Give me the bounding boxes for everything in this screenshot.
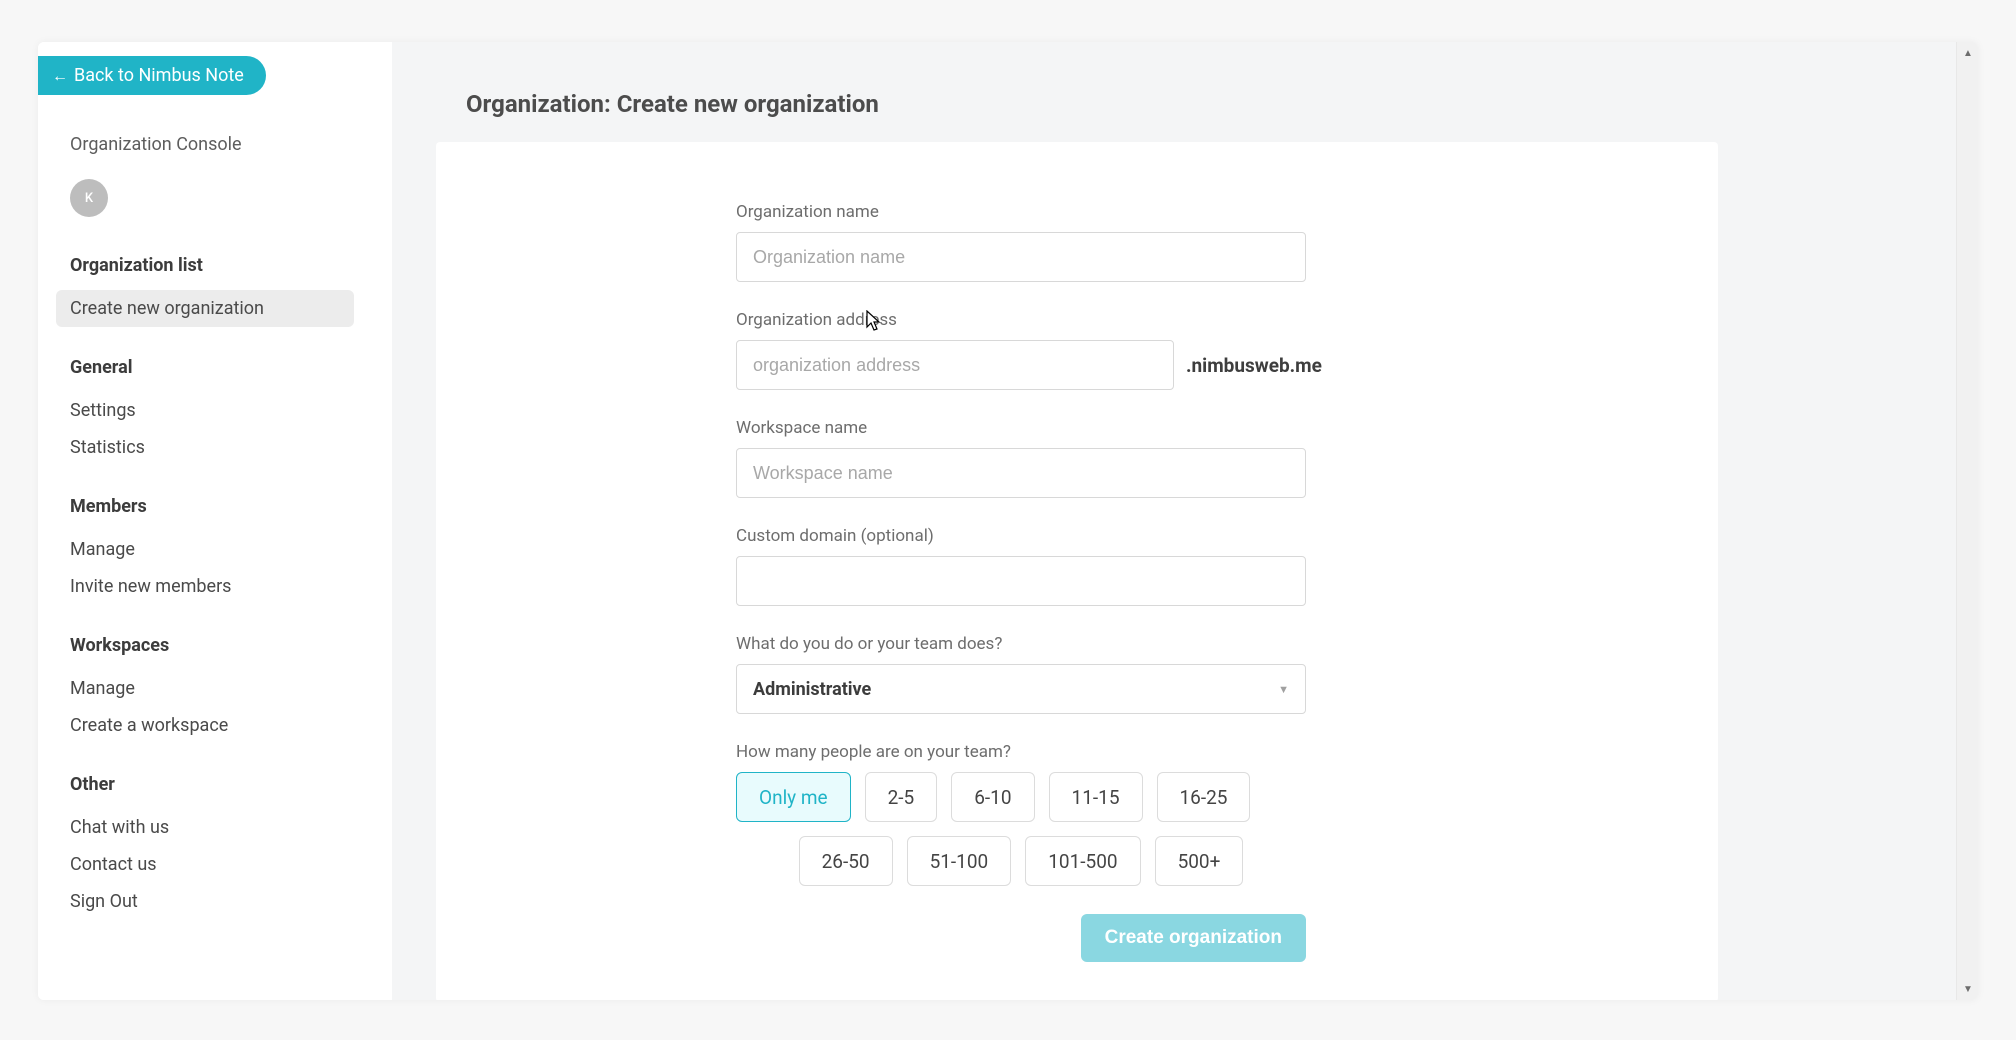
workspace-label: Workspace name [736,418,1306,438]
custom-domain-input[interactable] [736,556,1306,606]
chevron-down-icon: ▼ [1278,683,1289,696]
avatar[interactable]: K [70,179,108,217]
sidebar-item-create-workspace[interactable]: Create a workspace [56,707,354,744]
main-content: Organization: Create new organization Or… [392,42,1978,1000]
team-size-option-only-me[interactable]: Only me [736,772,851,822]
team-size-option-11-15[interactable]: 11-15 [1049,772,1143,822]
workspace-name-input[interactable] [736,448,1306,498]
main-scrollbar[interactable]: ▲ ▼ [1956,42,1978,1000]
sidebar-item-members-manage[interactable]: Manage [56,531,354,568]
team-size-chips-row1: Only me 2-5 6-10 11-15 16-25 [736,772,1306,822]
team-size-option-51-100[interactable]: 51-100 [907,836,1012,886]
team-size-option-6-10[interactable]: 6-10 [951,772,1034,822]
nav-group-workspaces: Workspaces Manage Create a workspace [70,631,374,744]
avatar-initial: K [85,191,93,206]
nav-group-organization-list: Organization list Create new organizatio… [70,251,374,327]
team-size-option-16-25[interactable]: 16-25 [1157,772,1251,822]
arrow-left-icon: ← [52,66,68,86]
scroll-down-icon[interactable]: ▼ [1957,978,1978,1000]
console-title: Organization Console [70,134,374,155]
field-org-address: Organization address .nimbusweb.me [736,310,1306,390]
page-title: Organization: Create new organization [466,90,1978,118]
team-size-label: How many people are on your team? [736,742,1306,762]
team-does-label: What do you do or your team does? [736,634,1306,654]
form-card: Organization name Organization address .… [436,142,1718,1000]
org-name-input[interactable] [736,232,1306,282]
nav-heading: Organization list [70,251,374,280]
field-workspace-name: Workspace name [736,418,1306,498]
field-custom-domain: Custom domain (optional) [736,526,1306,606]
nav-group-general: General Settings Statistics [70,353,374,466]
team-size-option-500plus[interactable]: 500+ [1155,836,1244,886]
submit-row: Create organization [736,914,1306,962]
team-size-option-26-50[interactable]: 26-50 [799,836,893,886]
team-size-option-101-500[interactable]: 101-500 [1025,836,1140,886]
nav-heading: Members [70,492,374,521]
nav-heading: General [70,353,374,382]
team-size-chips-row2: 26-50 51-100 101-500 500+ [736,836,1306,886]
team-does-select[interactable]: Administrative ▼ [736,664,1306,714]
sidebar-item-chat[interactable]: Chat with us [56,809,354,846]
back-button-label: Back to Nimbus Note [74,65,244,86]
sidebar-item-workspaces-manage[interactable]: Manage [56,670,354,707]
sidebar: ← Back to Nimbus Note Organization Conso… [38,42,392,1000]
sidebar-item-create-org[interactable]: Create new organization [56,290,354,327]
nav-heading: Workspaces [70,631,374,660]
sidebar-item-signout[interactable]: Sign Out [56,883,354,920]
team-does-value: Administrative [753,679,871,700]
back-to-note-button[interactable]: ← Back to Nimbus Note [38,56,266,95]
field-org-name: Organization name [736,202,1306,282]
field-team-does: What do you do or your team does? Admini… [736,634,1306,714]
field-team-size: How many people are on your team? Only m… [736,742,1306,886]
sidebar-item-contact[interactable]: Contact us [56,846,354,883]
nav-group-other: Other Chat with us Contact us Sign Out [70,770,374,920]
custom-domain-label: Custom domain (optional) [736,526,1306,546]
scroll-up-icon[interactable]: ▲ [1957,42,1978,64]
create-organization-button[interactable]: Create organization [1081,914,1306,962]
org-addr-label: Organization address [736,310,1306,330]
team-size-option-2-5[interactable]: 2-5 [865,772,938,822]
sidebar-item-invite[interactable]: Invite new members [56,568,354,605]
org-name-label: Organization name [736,202,1306,222]
sidebar-item-settings[interactable]: Settings [56,392,354,429]
nav-heading: Other [70,770,374,799]
org-addr-input[interactable] [736,340,1174,390]
create-org-form: Organization name Organization address .… [736,202,1306,962]
sidebar-item-statistics[interactable]: Statistics [56,429,354,466]
nav-group-members: Members Manage Invite new members [70,492,374,605]
domain-suffix: .nimbusweb.me [1186,354,1322,377]
app-frame: ← Back to Nimbus Note Organization Conso… [38,42,1978,1000]
sidebar-body: Organization Console K Organization list… [70,134,374,946]
